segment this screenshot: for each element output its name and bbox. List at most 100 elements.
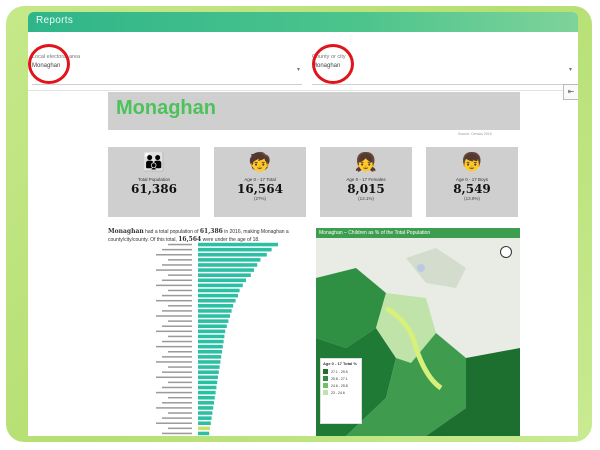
window-title: Reports bbox=[36, 15, 74, 26]
map-title: Monaghan – Children as % of the Total Po… bbox=[316, 228, 520, 238]
bar[interactable] bbox=[198, 401, 214, 405]
bar-label bbox=[162, 248, 192, 251]
report-window: Local electoral area Monaghan ▾ County o… bbox=[28, 32, 578, 436]
bar[interactable] bbox=[198, 324, 227, 329]
filter-label: Local electoral area bbox=[32, 54, 81, 60]
bar[interactable] bbox=[198, 293, 238, 298]
bar-label bbox=[168, 412, 192, 414]
bar[interactable] bbox=[198, 365, 220, 369]
bar[interactable] bbox=[198, 370, 219, 374]
bar[interactable] bbox=[198, 344, 223, 349]
bar[interactable] bbox=[198, 329, 226, 334]
bar[interactable] bbox=[198, 263, 258, 267]
bar[interactable] bbox=[198, 319, 229, 323]
bar-label bbox=[162, 371, 192, 373]
bar-label bbox=[156, 391, 192, 394]
bar[interactable] bbox=[198, 309, 232, 313]
bar-label bbox=[168, 259, 192, 261]
bar-label bbox=[162, 402, 192, 404]
bar-label bbox=[162, 279, 192, 282]
summary-population: 61,386 bbox=[199, 228, 223, 235]
bar[interactable] bbox=[198, 268, 254, 272]
bar[interactable] bbox=[198, 298, 236, 303]
bar-label bbox=[162, 294, 192, 297]
bar[interactable] bbox=[198, 395, 215, 400]
card-percent: (13.9%) bbox=[464, 196, 480, 201]
bar[interactable] bbox=[198, 278, 246, 283]
bar-label bbox=[168, 335, 192, 338]
child-icon: 🧒 bbox=[248, 152, 272, 172]
bar-label bbox=[156, 422, 192, 424]
panel-toggle-button[interactable]: ⇤ bbox=[563, 84, 578, 100]
bar[interactable] bbox=[198, 421, 211, 426]
bar-label bbox=[156, 345, 192, 348]
bar-label bbox=[168, 320, 192, 322]
bar-label bbox=[156, 330, 192, 333]
annotation-circle bbox=[28, 44, 70, 84]
local-area-filter[interactable]: Local electoral area Monaghan ▾ bbox=[32, 54, 302, 85]
bar-label bbox=[162, 325, 192, 327]
bar-label bbox=[156, 376, 192, 379]
bar[interactable] bbox=[198, 288, 240, 293]
bar-label bbox=[162, 264, 192, 266]
bar-label bbox=[156, 361, 192, 363]
chevron-down-icon[interactable]: ▾ bbox=[297, 66, 300, 73]
legend-item: 25.8 - 27.1 bbox=[321, 375, 361, 382]
bar[interactable] bbox=[198, 242, 278, 247]
bar[interactable] bbox=[198, 390, 216, 395]
bar[interactable] bbox=[198, 385, 217, 390]
total-population-card: 👪 Total Population 61,386 bbox=[108, 147, 200, 217]
bar-label bbox=[162, 340, 192, 343]
compass-icon bbox=[500, 246, 512, 258]
bar-label bbox=[162, 417, 192, 419]
bar-label bbox=[156, 253, 192, 256]
bar[interactable] bbox=[198, 247, 272, 252]
bar[interactable] bbox=[198, 355, 222, 359]
legend-item: 23 - 24.6 bbox=[321, 389, 361, 396]
chevron-down-icon[interactable]: ▾ bbox=[569, 66, 572, 73]
bar[interactable] bbox=[198, 273, 251, 277]
bar-label bbox=[162, 310, 192, 312]
bar-label bbox=[156, 269, 192, 271]
bar-label bbox=[156, 284, 192, 287]
filter-bar: Local electoral area Monaghan ▾ County o… bbox=[28, 46, 578, 91]
bar[interactable] bbox=[198, 283, 243, 288]
family-icon: 👪 bbox=[142, 152, 166, 172]
bar[interactable] bbox=[198, 258, 261, 262]
age-boys-card: 👦 Age 0 - 17 Boys 8,549 (13.9%) bbox=[426, 147, 518, 217]
age-females-card: 👧 Age 0 - 17 Females 8,015 (13.1%) bbox=[320, 147, 412, 217]
bar[interactable] bbox=[198, 349, 222, 354]
card-value: 8,015 bbox=[347, 182, 385, 196]
bar[interactable] bbox=[198, 426, 210, 431]
map-legend: Age 0 - 17 Total % 27.1 - 29.5 25.8 - 27… bbox=[320, 358, 362, 424]
card-value: 8,549 bbox=[453, 182, 491, 196]
bar[interactable] bbox=[198, 406, 214, 410]
bar[interactable] bbox=[198, 304, 234, 308]
filter-value: Monaghan bbox=[32, 63, 61, 69]
source-note: Source: Census 2016 bbox=[458, 132, 492, 136]
bar-label bbox=[168, 243, 192, 246]
bar[interactable] bbox=[198, 380, 218, 385]
annotation-circle bbox=[312, 44, 354, 84]
bar-label bbox=[168, 305, 192, 307]
bar-label bbox=[168, 350, 192, 353]
bar-label bbox=[168, 381, 192, 384]
bar[interactable] bbox=[198, 375, 218, 380]
report-header: Monaghan bbox=[108, 92, 520, 130]
window-titlebar: Reports bbox=[28, 12, 578, 32]
bar[interactable] bbox=[198, 360, 221, 364]
report-title: Monaghan bbox=[116, 97, 216, 119]
map-panel: Monaghan – Children as % of the Total Po… bbox=[316, 228, 520, 436]
bar[interactable] bbox=[198, 334, 225, 339]
bar[interactable] bbox=[198, 431, 210, 436]
bar[interactable] bbox=[198, 339, 224, 344]
bar[interactable] bbox=[198, 411, 213, 415]
bar[interactable] bbox=[198, 416, 212, 420]
bar[interactable] bbox=[198, 252, 267, 257]
boy-icon: 👦 bbox=[460, 152, 484, 172]
bar[interactable] bbox=[198, 314, 230, 318]
bar-label bbox=[162, 356, 192, 358]
card-value: 61,386 bbox=[131, 182, 177, 196]
area-bar-chart bbox=[156, 242, 278, 436]
bar-label bbox=[156, 315, 192, 317]
